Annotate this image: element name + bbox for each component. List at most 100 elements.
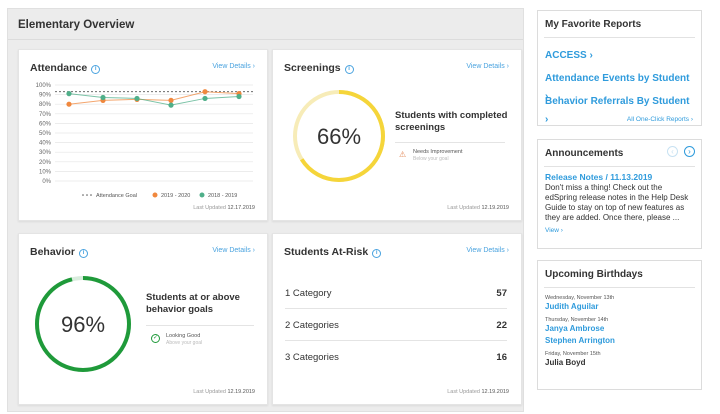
- attendance-view-details-link[interactable]: View Details ›: [212, 63, 255, 70]
- birthday-student-name: Julia Boyd: [545, 358, 586, 367]
- chevron-left-icon[interactable]: ‹: [667, 146, 678, 157]
- favorite-reports-title: My Favorite Reports: [545, 19, 642, 30]
- title-divider: [8, 39, 523, 40]
- info-icon[interactable]: i: [91, 65, 101, 74]
- attendance-title: Attendance i: [30, 62, 101, 74]
- risk-category-label: 1 Category: [285, 288, 332, 299]
- behavior-percent: 96%: [60, 312, 106, 337]
- data-point: [202, 95, 208, 102]
- chevron-right-icon[interactable]: ›: [684, 146, 695, 157]
- view-details-label: View Details: [466, 63, 505, 70]
- divider: [544, 37, 695, 38]
- last-updated-date: 12.17.2019: [227, 205, 255, 211]
- all-reports-label: All One-Click Reports: [626, 116, 690, 123]
- page-title: Elementary Overview: [18, 19, 135, 31]
- last-updated-label: Last Updated: [193, 389, 226, 395]
- y-tick-label: 0%: [42, 179, 51, 185]
- data-point: [168, 102, 174, 108]
- y-tick-label: 60%: [39, 121, 52, 127]
- info-icon[interactable]: i: [372, 249, 382, 258]
- attendance-title-text: Attendance: [30, 62, 88, 74]
- divider: [544, 287, 695, 288]
- behavior-status-sub: Above your goal: [166, 340, 203, 346]
- info-icon[interactable]: i: [78, 249, 88, 258]
- screenings-divider: [395, 142, 505, 143]
- favorite-report-link-behavior-referrals[interactable]: Behavior Referrals By Student ›: [545, 93, 694, 125]
- favorite-report-label: Behavior Referrals By Student: [545, 96, 690, 107]
- last-updated-date: 12.19.2019: [481, 389, 509, 395]
- birthday-student-link[interactable]: Stephen Arrington: [545, 335, 694, 347]
- favorite-reports-card: My Favorite Reports ACCESS › Attendance …: [537, 10, 702, 126]
- y-tick-label: 90%: [39, 93, 52, 99]
- at-risk-title: Students At-Risk i: [284, 246, 382, 258]
- y-tick-label: 10%: [39, 169, 52, 175]
- y-tick-label: 30%: [39, 150, 52, 156]
- legend-series-marker: [152, 192, 158, 198]
- favorite-report-label: Attendance Events by Student: [545, 73, 690, 84]
- birthday-student-link[interactable]: Judith Aguilar: [545, 301, 694, 313]
- y-tick-label: 70%: [39, 112, 52, 118]
- risk-row[interactable]: 1 Category 57: [285, 288, 507, 300]
- last-updated-label: Last Updated: [193, 205, 226, 211]
- legend-series-label: 2018 - 2019: [208, 193, 237, 199]
- data-point: [66, 91, 72, 97]
- announcement-item-title[interactable]: Release Notes / 11.13.2019: [545, 171, 694, 183]
- last-updated-label: Last Updated: [447, 205, 480, 211]
- risk-row[interactable]: 3 Categories 16: [285, 352, 507, 364]
- at-risk-last-updated: Last Updated 12.19.2019: [447, 389, 509, 395]
- data-point: [202, 89, 208, 95]
- behavior-heading: Students at or above behavior goals: [146, 292, 240, 315]
- screenings-status-sub: Below your goal: [413, 156, 449, 162]
- favorite-report-link-access[interactable]: ACCESS ›: [545, 47, 694, 70]
- behavior-title: Behavior i: [30, 246, 88, 258]
- y-tick-label: 50%: [39, 131, 52, 137]
- data-point: [168, 97, 174, 103]
- upcoming-birthdays-card: Upcoming Birthdays Wednesday, November 1…: [537, 260, 702, 390]
- screenings-view-details-link[interactable]: View Details ›: [466, 63, 509, 70]
- announcements-card: Announcements ‹ › Release Notes / 11.13.…: [537, 139, 702, 249]
- risk-count: 22: [496, 320, 507, 331]
- behavior-card: Behavior i View Details › 96% Students at…: [18, 233, 268, 405]
- last-updated-date: 12.19.2019: [481, 205, 509, 211]
- birthday-student-link[interactable]: Janya Ambrose: [545, 323, 694, 335]
- view-details-label: View Details: [212, 63, 251, 70]
- attendance-last-updated: Last Updated 12.17.2019: [193, 205, 255, 211]
- behavior-last-updated: Last Updated 12.19.2019: [193, 389, 255, 395]
- check-icon: ✓: [151, 334, 160, 343]
- behavior-view-details-link[interactable]: View Details ›: [212, 247, 255, 254]
- info-icon[interactable]: i: [344, 65, 354, 74]
- warning-icon: ⚠: [399, 150, 407, 159]
- screenings-status: Needs Improvement: [413, 149, 463, 155]
- y-tick-label: 100%: [36, 83, 52, 89]
- at-risk-view-details-link[interactable]: View Details ›: [466, 247, 509, 254]
- risk-count: 16: [496, 352, 507, 363]
- announcement-view-link[interactable]: View ›: [545, 227, 694, 234]
- data-point: [134, 95, 140, 102]
- divider: [544, 166, 695, 167]
- screenings-last-updated: Last Updated 12.19.2019: [447, 205, 509, 211]
- legend-goal-label: Attendance Goal: [96, 193, 137, 199]
- y-tick-label: 20%: [39, 160, 52, 166]
- favorite-report-label: ACCESS: [545, 50, 587, 61]
- risk-row[interactable]: 2 Categories 22: [285, 320, 507, 332]
- all-reports-link[interactable]: All One-Click Reports ›: [538, 116, 701, 123]
- behavior-status: Looking Good: [166, 333, 201, 339]
- screenings-title: Screenings i: [284, 62, 354, 74]
- view-details-label: View Details: [466, 247, 505, 254]
- risk-divider: [285, 340, 507, 341]
- view-details-label: View Details: [212, 247, 251, 254]
- risk-divider: [285, 308, 507, 309]
- legend-goal-dot: [90, 194, 92, 196]
- screenings-percent: 66%: [316, 124, 362, 149]
- behavior-title-text: Behavior: [30, 246, 75, 258]
- last-updated-label: Last Updated: [447, 389, 480, 395]
- legend-goal-dot: [82, 194, 84, 196]
- attendance-chart: 100% 90% 80% 70% 60% 50% 40% 30% 20% 10% 0% Attenda…: [36, 83, 253, 199]
- legend-series-label: 2019 - 2020: [161, 193, 190, 199]
- favorite-report-link-attendance-events[interactable]: Attendance Events by Student ›: [545, 70, 694, 102]
- students-at-risk-card: Students At-Risk i View Details › 1 Categ…: [272, 233, 522, 405]
- y-tick-label: 80%: [39, 102, 52, 108]
- birthdays-title: Upcoming Birthdays: [545, 269, 643, 280]
- elementary-overview-panel: Elementary Overview Attendance i View Det…: [7, 8, 524, 412]
- view-label: View: [545, 227, 559, 234]
